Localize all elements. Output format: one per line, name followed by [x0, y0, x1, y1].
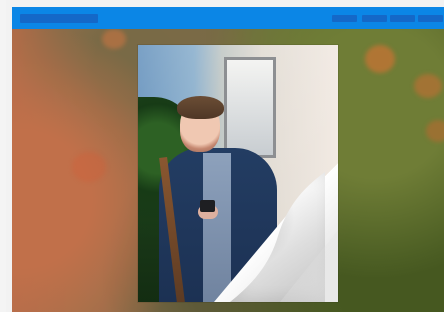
background-bokeh — [426, 120, 444, 142]
nav-item-1[interactable] — [332, 15, 357, 22]
building-window — [224, 57, 276, 158]
app-window — [0, 0, 444, 312]
nav-item-4[interactable] — [418, 15, 443, 22]
featured-photo-card[interactable] — [138, 45, 338, 302]
man-shirt — [203, 153, 231, 302]
nav-item-3[interactable] — [390, 15, 415, 22]
background-bokeh — [102, 29, 126, 49]
background-bokeh — [365, 45, 395, 73]
top-navigation-bar — [12, 7, 444, 29]
nav-item-2[interactable] — [362, 15, 387, 22]
background-bokeh — [414, 74, 442, 98]
smartphone — [200, 200, 215, 212]
man-hair — [177, 96, 224, 119]
brand-logo-placeholder — [20, 14, 98, 23]
background-bokeh — [72, 152, 106, 182]
